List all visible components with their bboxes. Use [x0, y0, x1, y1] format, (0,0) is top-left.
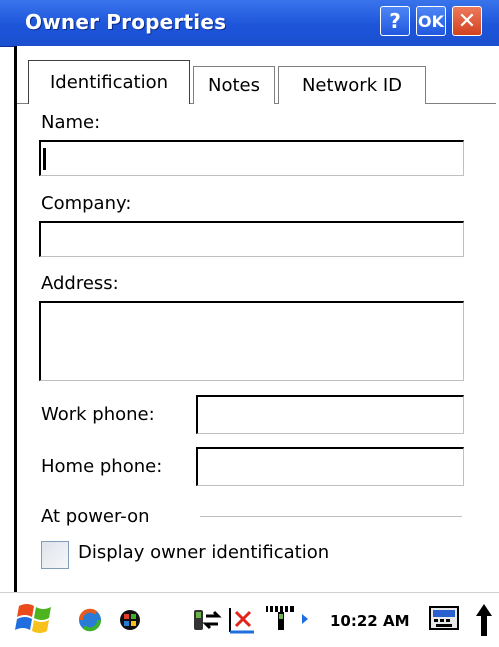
title-bar: Owner Properties ? OK ✕ — [0, 0, 499, 47]
up-arrow-icon[interactable] — [474, 602, 494, 638]
clock[interactable]: 10:22 AM — [330, 612, 410, 630]
help-button[interactable]: ? — [380, 6, 410, 36]
tab-label: Notes — [208, 75, 260, 96]
windows-start-icon[interactable] — [15, 600, 59, 638]
connectivity-icon[interactable] — [192, 606, 222, 634]
text-caret — [43, 148, 46, 170]
work-phone-field[interactable] — [196, 395, 464, 434]
work-phone-label: Work phone: — [41, 404, 155, 425]
tab-identification[interactable]: Identification — [28, 60, 190, 104]
antenna-icon[interactable] — [264, 604, 316, 634]
keyboard-icon[interactable] — [428, 604, 462, 636]
close-button[interactable]: ✕ — [452, 6, 482, 36]
tab-label: Identification — [49, 72, 169, 93]
close-icon: ✕ — [457, 8, 477, 34]
home-phone-field[interactable] — [196, 447, 464, 486]
display-owner-checkbox[interactable] — [41, 541, 69, 569]
tab-network-id[interactable]: Network ID — [278, 66, 426, 104]
display-owner-label[interactable]: Display owner identification — [78, 542, 329, 563]
tab-label: Network ID — [301, 75, 403, 96]
address-field[interactable] — [39, 301, 464, 381]
company-label: Company: — [41, 193, 132, 214]
home-phone-label: Home phone: — [41, 456, 163, 477]
sync-icon[interactable] — [76, 606, 104, 634]
name-label: Name: — [41, 112, 101, 133]
name-field[interactable] — [39, 140, 464, 176]
tab-notes[interactable]: Notes — [193, 66, 275, 104]
power-on-group-label: At power-on — [41, 506, 150, 527]
company-field[interactable] — [39, 221, 464, 257]
window-title: Owner Properties — [25, 10, 227, 34]
group-divider — [200, 516, 462, 517]
color-wheel-icon[interactable] — [118, 608, 142, 632]
no-signal-icon[interactable] — [226, 604, 256, 636]
ok-button[interactable]: OK — [416, 6, 446, 36]
address-label: Address: — [41, 273, 119, 294]
